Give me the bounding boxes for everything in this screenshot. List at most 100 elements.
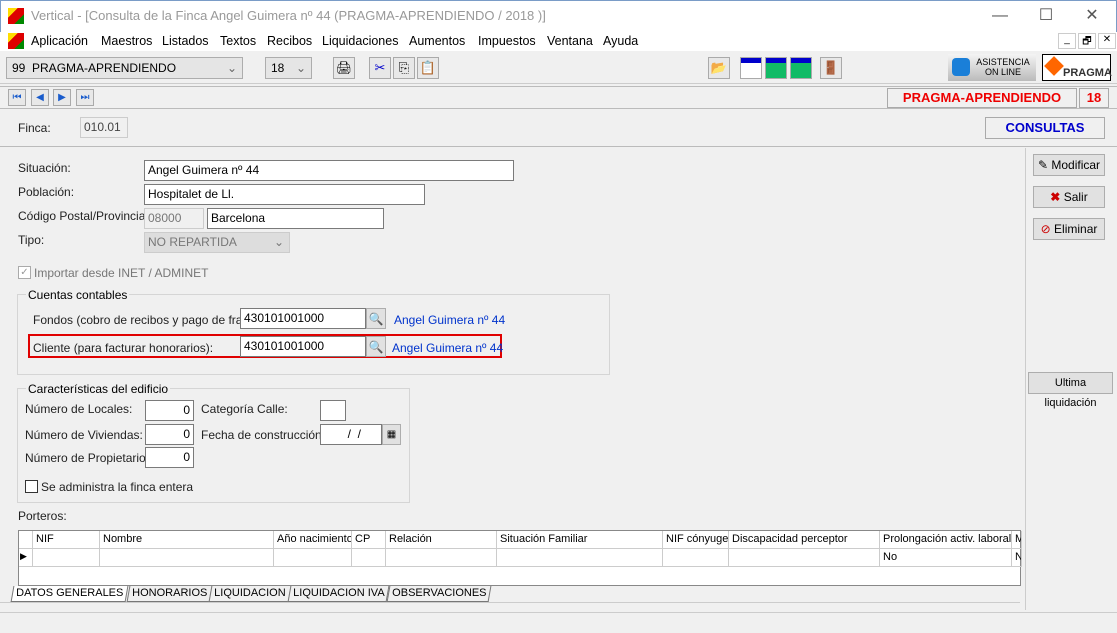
company-select[interactable]: 99 PRAGMA-APRENDIENDO ⌄ bbox=[6, 57, 243, 79]
tab-strip-bottom bbox=[0, 602, 1020, 603]
column-header[interactable]: Discapacidad perceptor bbox=[729, 531, 880, 549]
grid-cell[interactable] bbox=[497, 549, 663, 567]
copy-icon[interactable]: ⎘ bbox=[393, 57, 415, 79]
menu-textos[interactable]: Textos bbox=[220, 34, 256, 48]
column-header[interactable]: M bbox=[1012, 531, 1022, 549]
poblacion-field[interactable]: Hospitalet de Ll. bbox=[144, 184, 425, 205]
eliminar-button[interactable]: ⊘ Eliminar bbox=[1033, 218, 1105, 240]
ultima-liquidacion-button[interactable]: Ultima liquidación bbox=[1028, 372, 1113, 409]
categoria-field[interactable] bbox=[320, 400, 346, 421]
column-header[interactable]: Prolongación activ. laboral bbox=[880, 531, 1012, 549]
finca-entera-label: Se administra la finca entera bbox=[41, 480, 194, 494]
column-header[interactable]: NIF bbox=[33, 531, 100, 549]
previous-record-button[interactable]: ◀ bbox=[31, 89, 49, 106]
fondos-field[interactable]: 430101001000 bbox=[240, 308, 366, 329]
mdi-restore-button[interactable]: 🗗 bbox=[1078, 33, 1096, 49]
menu-maestros[interactable]: Maestros bbox=[101, 34, 152, 48]
menu-liquidaciones[interactable]: Liquidaciones bbox=[322, 34, 398, 48]
pragma-logo-text: PRAGMA bbox=[1063, 67, 1112, 79]
cliente-field[interactable]: 430101001000 bbox=[240, 336, 366, 357]
close-button[interactable]: ✕ bbox=[1069, 4, 1115, 28]
cliente-account-name[interactable]: Angel Guimera nº 44 bbox=[392, 341, 503, 355]
provincia-field[interactable]: Barcelona bbox=[207, 208, 384, 229]
column-header[interactable]: NIF cónyuge bbox=[663, 531, 729, 549]
edit-icon: ✎ bbox=[1037, 158, 1049, 172]
grid-cell[interactable] bbox=[352, 549, 386, 567]
arrange-icons-icon[interactable] bbox=[790, 57, 812, 79]
column-header[interactable]: Año nacimiento bbox=[274, 531, 352, 549]
asistencia-label: ASISTENCIA bbox=[976, 57, 1030, 67]
modificar-button[interactable]: ✎ Modificar bbox=[1033, 154, 1105, 176]
grid-cell[interactable] bbox=[33, 549, 100, 567]
chevron-down-icon: ⌄ bbox=[226, 61, 237, 75]
mdi-minimize-button[interactable]: _ bbox=[1058, 33, 1076, 49]
grid-cell[interactable]: No bbox=[880, 549, 1012, 567]
pragma-logo[interactable]: PRAGMA bbox=[1042, 54, 1112, 81]
grid-cell[interactable]: N bbox=[1012, 549, 1022, 567]
tab-liquidacion-iva[interactable]: LIQUIDACION IVA bbox=[287, 586, 390, 602]
importar-label: Importar desde INET / ADMINET bbox=[34, 266, 209, 280]
grid-cell[interactable] bbox=[729, 549, 880, 567]
asistencia-label-2: ON LINE bbox=[984, 67, 1021, 77]
porteros-grid[interactable]: ▶ NIF Nombre Año nacimiento CP Relación Situa… bbox=[18, 530, 1022, 586]
paste-icon[interactable]: 📋 bbox=[417, 57, 439, 79]
cliente-label: Cliente (para facturar honorarios): bbox=[33, 341, 214, 355]
grid-cell[interactable] bbox=[386, 549, 497, 567]
tipo-select[interactable]: NO REPARTIDA ⌄ bbox=[144, 232, 290, 253]
chevron-down-icon: ⌄ bbox=[295, 61, 306, 75]
menu-impuestos[interactable]: Impuestos bbox=[478, 34, 536, 48]
cp-label: Código Postal/Provincia: bbox=[18, 209, 149, 223]
year-select[interactable]: 18 ⌄ bbox=[265, 57, 312, 79]
next-record-button[interactable]: ▶ bbox=[53, 89, 71, 106]
column-header[interactable]: Situación Familiar bbox=[497, 531, 663, 549]
cp-field[interactable]: 08000 bbox=[144, 208, 204, 229]
tab-datos-generales[interactable]: DATOS GENERALES bbox=[10, 586, 129, 602]
menu-aplicacion[interactable]: Aplicación bbox=[31, 34, 88, 48]
finca-entera-checkbox[interactable] bbox=[25, 480, 38, 493]
menu-listados[interactable]: Listados bbox=[162, 34, 209, 48]
viviendas-field[interactable]: 0 bbox=[145, 424, 194, 445]
maximize-button[interactable]: ☐ bbox=[1023, 4, 1069, 28]
fecha-field[interactable]: / / bbox=[320, 424, 382, 445]
open-folder-icon[interactable]: 📂 bbox=[708, 57, 730, 79]
porteros-label: Porteros: bbox=[18, 509, 67, 523]
minimize-button[interactable]: — bbox=[977, 4, 1023, 28]
first-record-button[interactable]: ⏮ bbox=[8, 89, 26, 106]
menu-aumentos[interactable]: Aumentos bbox=[409, 34, 465, 48]
importar-checkbox[interactable]: ✓ bbox=[18, 266, 31, 279]
cut-icon[interactable]: ✂ bbox=[369, 57, 391, 79]
tab-liquidacion[interactable]: LIQUIDACION bbox=[208, 586, 291, 602]
search-icon[interactable]: 🔍 bbox=[366, 336, 386, 357]
asistencia-online-button[interactable]: ASISTENCIA ON LINE bbox=[948, 54, 1036, 81]
exit-door-icon[interactable]: 🚪 bbox=[820, 57, 842, 79]
grid-cell[interactable] bbox=[274, 549, 352, 567]
grid-cell[interactable] bbox=[663, 549, 729, 567]
search-icon[interactable]: 🔍 bbox=[366, 308, 386, 329]
column-header[interactable]: Nombre bbox=[100, 531, 274, 549]
finca-field[interactable]: 010.01 bbox=[80, 117, 128, 138]
propietarios-field[interactable]: 0 bbox=[145, 447, 194, 468]
viviendas-label: Número de Viviendas: bbox=[25, 428, 143, 442]
menu-ayuda[interactable]: Ayuda bbox=[603, 34, 638, 48]
tab-honorarios[interactable]: HONORARIOS bbox=[126, 586, 213, 602]
column-header[interactable]: CP bbox=[352, 531, 386, 549]
salir-button[interactable]: ✖ Salir bbox=[1033, 186, 1105, 208]
mdi-close-button[interactable]: ✕ bbox=[1098, 33, 1116, 49]
modificar-label: Modificar bbox=[1051, 158, 1101, 172]
menu-ventana[interactable]: Ventana bbox=[547, 34, 593, 48]
fondos-account-name[interactable]: Angel Guimera nº 44 bbox=[394, 313, 505, 327]
fecha-label: Fecha de construcción: bbox=[201, 428, 326, 442]
menu-recibos[interactable]: Recibos bbox=[267, 34, 312, 48]
locales-field[interactable]: 0 bbox=[145, 400, 194, 421]
column-header[interactable]: Relación bbox=[386, 531, 497, 549]
situacion-field[interactable]: Angel Guimera nº 44 bbox=[144, 160, 514, 181]
tab-observaciones[interactable]: OBSERVACIONES bbox=[386, 586, 492, 602]
last-record-button[interactable]: ⏭ bbox=[76, 89, 94, 106]
tile-windows-icon[interactable] bbox=[740, 57, 762, 79]
cascade-windows-icon[interactable] bbox=[765, 57, 787, 79]
calendar-icon[interactable]: ▦ bbox=[382, 424, 401, 445]
grid-cell[interactable] bbox=[100, 549, 274, 567]
fondos-label: Fondos (cobro de recibos y pago de fras.… bbox=[33, 313, 260, 327]
printer-settings-icon[interactable]: 🖨 bbox=[333, 57, 355, 79]
close-x-icon: ✖ bbox=[1050, 190, 1061, 204]
